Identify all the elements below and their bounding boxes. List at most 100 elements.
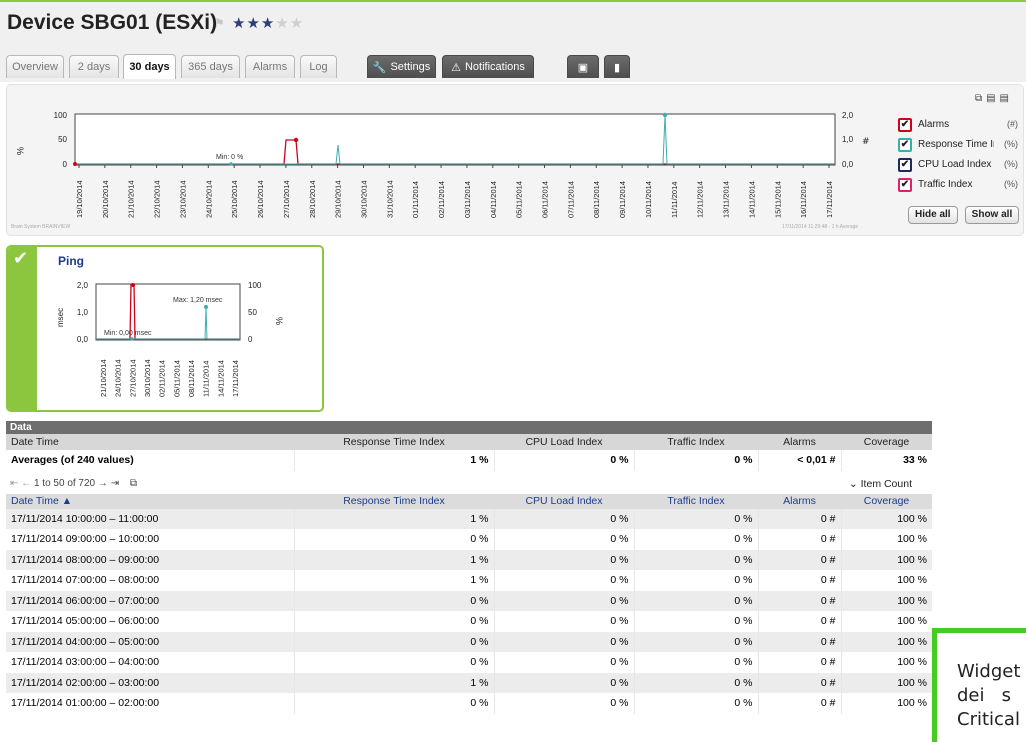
ping-sensor-widget[interactable]: ✔ Ping msec % 2,0 1,0 0,0 100 50 0 Max: 1,20… — [6, 245, 324, 412]
item-count-label: Item Count — [860, 477, 912, 490]
tab-2-days[interactable]: 2 days — [69, 55, 119, 78]
table-cell: < 0,01 # — [757, 450, 841, 471]
table-row[interactable]: 17/11/2014 02:00:00 – 03:00:00 1 % 0 % 0 % 0… — [6, 672, 932, 693]
legend-item-traffic[interactable]: ✔ Traffic Index (%) — [892, 176, 1024, 196]
column-header[interactable]: Response Time Index — [294, 434, 494, 450]
previous-page-icon[interactable]: ← — [21, 478, 31, 489]
first-page-icon[interactable]: ⇤ — [10, 478, 18, 489]
table-row[interactable]: 17/11/2014 10:00:00 – 11:00:00 1 % 0 % 0 % 0… — [6, 508, 932, 529]
data-section-title: Data — [6, 421, 932, 434]
popout-icon[interactable]: ⧉ — [130, 478, 137, 489]
table-row[interactable]: 17/11/2014 09:00:00 – 10:00:00 0 % 0 % 0 % 0… — [6, 529, 932, 550]
table-cell: 0 % — [293, 631, 494, 652]
y-tick-label: 0 — [63, 160, 68, 169]
x-tick-label: 27/10/2014 — [282, 180, 291, 218]
y-tick-label: 50 — [248, 308, 257, 317]
star-empty-icon[interactable]: ★★ — [275, 14, 304, 32]
table-cell: 0 % — [633, 693, 758, 714]
tab-alarms[interactable]: Alarms — [245, 55, 295, 78]
column-header[interactable]: Response Time Index — [294, 493, 494, 509]
save-icon[interactable]: ▤ — [986, 93, 999, 104]
ping-left-unit: msec — [56, 308, 65, 327]
star-filled-icon[interactable]: ★★★ — [232, 14, 275, 32]
x-tick-label: 07/11/2014 — [566, 181, 575, 218]
x-tick-label: 09/11/2014 — [618, 181, 627, 218]
table-cell: 0 # — [757, 549, 841, 570]
table-cell: 1 % — [293, 570, 494, 591]
right-axis-unit: # — [862, 137, 870, 147]
item-count-dropdown[interactable]: ⌄ Item Count — [849, 478, 912, 490]
x-tick-label: 21/10/2014 — [99, 359, 108, 397]
tab-history[interactable]: ▮ — [604, 55, 630, 78]
table-cell: 0 % — [493, 529, 634, 550]
legend-label: Traffic Index — [918, 179, 973, 190]
table-cell: 100 % — [840, 570, 932, 591]
table-cell: 0 % — [633, 631, 758, 652]
tab-overview[interactable]: Overview — [6, 55, 64, 78]
column-header[interactable]: Coverage — [841, 434, 932, 450]
column-header[interactable]: Coverage — [841, 493, 932, 509]
column-header[interactable]: Traffic Index — [634, 434, 758, 450]
x-tick-label: 08/11/2014 — [592, 181, 601, 218]
warning-icon: ⚠ — [451, 61, 461, 74]
table-cell: 17/11/2014 09:00:00 – 10:00:00 — [6, 529, 294, 550]
sort-date-time-header[interactable]: Date Time ▲ — [6, 493, 294, 509]
x-tick-label: 27/10/2014 — [128, 359, 137, 397]
table-cell: 17/11/2014 03:00:00 – 04:00:00 — [6, 652, 294, 673]
expand-icon[interactable]: ⧉ — [975, 93, 986, 104]
table-cell: 0 % — [493, 611, 634, 632]
x-tick-label: 14/11/2014 — [747, 181, 756, 218]
flag-icon[interactable]: ⚑ — [214, 16, 225, 30]
priority-stars[interactable]: ★★★★★ — [232, 14, 304, 32]
table-header-row: Date Time ▲ Response Time Index CPU Load… — [6, 493, 932, 509]
history-chart: % 100 50 0 2,0 1,0 0,0 # Min: 0 % 19/10/2014… — [15, 111, 870, 218]
table-cell: 1 % — [293, 549, 494, 570]
annotation-overlay: Widget dei s Critical — [932, 628, 1026, 742]
table-row[interactable]: 17/11/2014 01:00:00 – 02:00:00 0 % 0 % 0 % 0… — [6, 693, 932, 714]
table-row[interactable]: 17/11/2014 07:00:00 – 08:00:00 1 % 0 % 0 % 0… — [6, 570, 932, 591]
legend-item-response-time[interactable]: ✔ Response Time In... (%) — [892, 136, 1024, 156]
y-tick-label: 2,0 — [77, 281, 89, 290]
print-icon[interactable]: ▤ — [1000, 93, 1013, 104]
next-page-icon[interactable]: → — [98, 478, 108, 489]
column-header[interactable]: CPU Load Index — [494, 434, 634, 450]
column-header[interactable]: CPU Load Index — [494, 493, 634, 509]
legend-unit: (#) — [1007, 119, 1018, 129]
table-cell: 100 % — [840, 693, 932, 714]
checkbox-checked-icon[interactable]: ✔ — [898, 178, 912, 192]
table-row[interactable]: 17/11/2014 08:00:00 – 09:00:00 1 % 0 % 0 % 0… — [6, 549, 932, 570]
column-header[interactable]: Date Time — [6, 434, 294, 450]
x-tick-label: 20/10/2014 — [101, 180, 110, 218]
column-header[interactable]: Traffic Index — [634, 493, 758, 509]
last-page-icon[interactable]: ⇥ — [111, 478, 119, 489]
table-cell: 33 % — [840, 450, 932, 471]
column-header[interactable]: Alarms — [758, 434, 841, 450]
table-row[interactable]: 17/11/2014 03:00:00 – 04:00:00 0 % 0 % 0 % 0… — [6, 652, 932, 673]
overlay-text-line: dei s — [957, 685, 1012, 706]
checkbox-checked-icon[interactable]: ✔ — [898, 138, 912, 152]
tab-settings[interactable]: 🔧 Settings — [367, 55, 436, 78]
tab-30-days[interactable]: 30 days — [123, 54, 176, 79]
averages-label: Averages (of 240 values) — [6, 450, 294, 471]
x-tick-label: 08/11/2014 — [187, 360, 196, 397]
legend-item-alarms[interactable]: ✔ Alarms (#) — [892, 116, 1024, 136]
table-cell: 0 % — [293, 590, 494, 611]
table-cell: 0 # — [757, 652, 841, 673]
hide-all-button[interactable]: Hide all — [908, 206, 958, 224]
table-cell: 0 % — [293, 693, 494, 714]
table-row[interactable]: 17/11/2014 05:00:00 – 06:00:00 0 % 0 % 0 % 0… — [6, 611, 932, 632]
column-header[interactable]: Alarms — [758, 493, 841, 509]
tab-log[interactable]: Log — [300, 55, 337, 78]
table-cell: 17/11/2014 10:00:00 – 11:00:00 — [6, 508, 294, 529]
tab-comments[interactable]: ▣ — [567, 55, 599, 78]
table-cell: 1 % — [293, 450, 494, 471]
legend-item-cpu-load[interactable]: ✔ CPU Load Index (%) — [892, 156, 1024, 176]
checkbox-checked-icon[interactable]: ✔ — [898, 118, 912, 132]
show-all-button[interactable]: Show all — [964, 206, 1020, 224]
tab-365-days[interactable]: 365 days — [181, 55, 240, 78]
tab-notifications[interactable]: ⚠ Notifications — [442, 55, 534, 78]
checkbox-checked-icon[interactable]: ✔ — [898, 158, 912, 172]
table-row[interactable]: 17/11/2014 04:00:00 – 05:00:00 0 % 0 % 0 % 0… — [6, 631, 932, 652]
table-row[interactable]: 17/11/2014 06:00:00 – 07:00:00 0 % 0 % 0 % 0… — [6, 590, 932, 611]
x-tick-label: 17/11/2014 — [825, 181, 834, 218]
